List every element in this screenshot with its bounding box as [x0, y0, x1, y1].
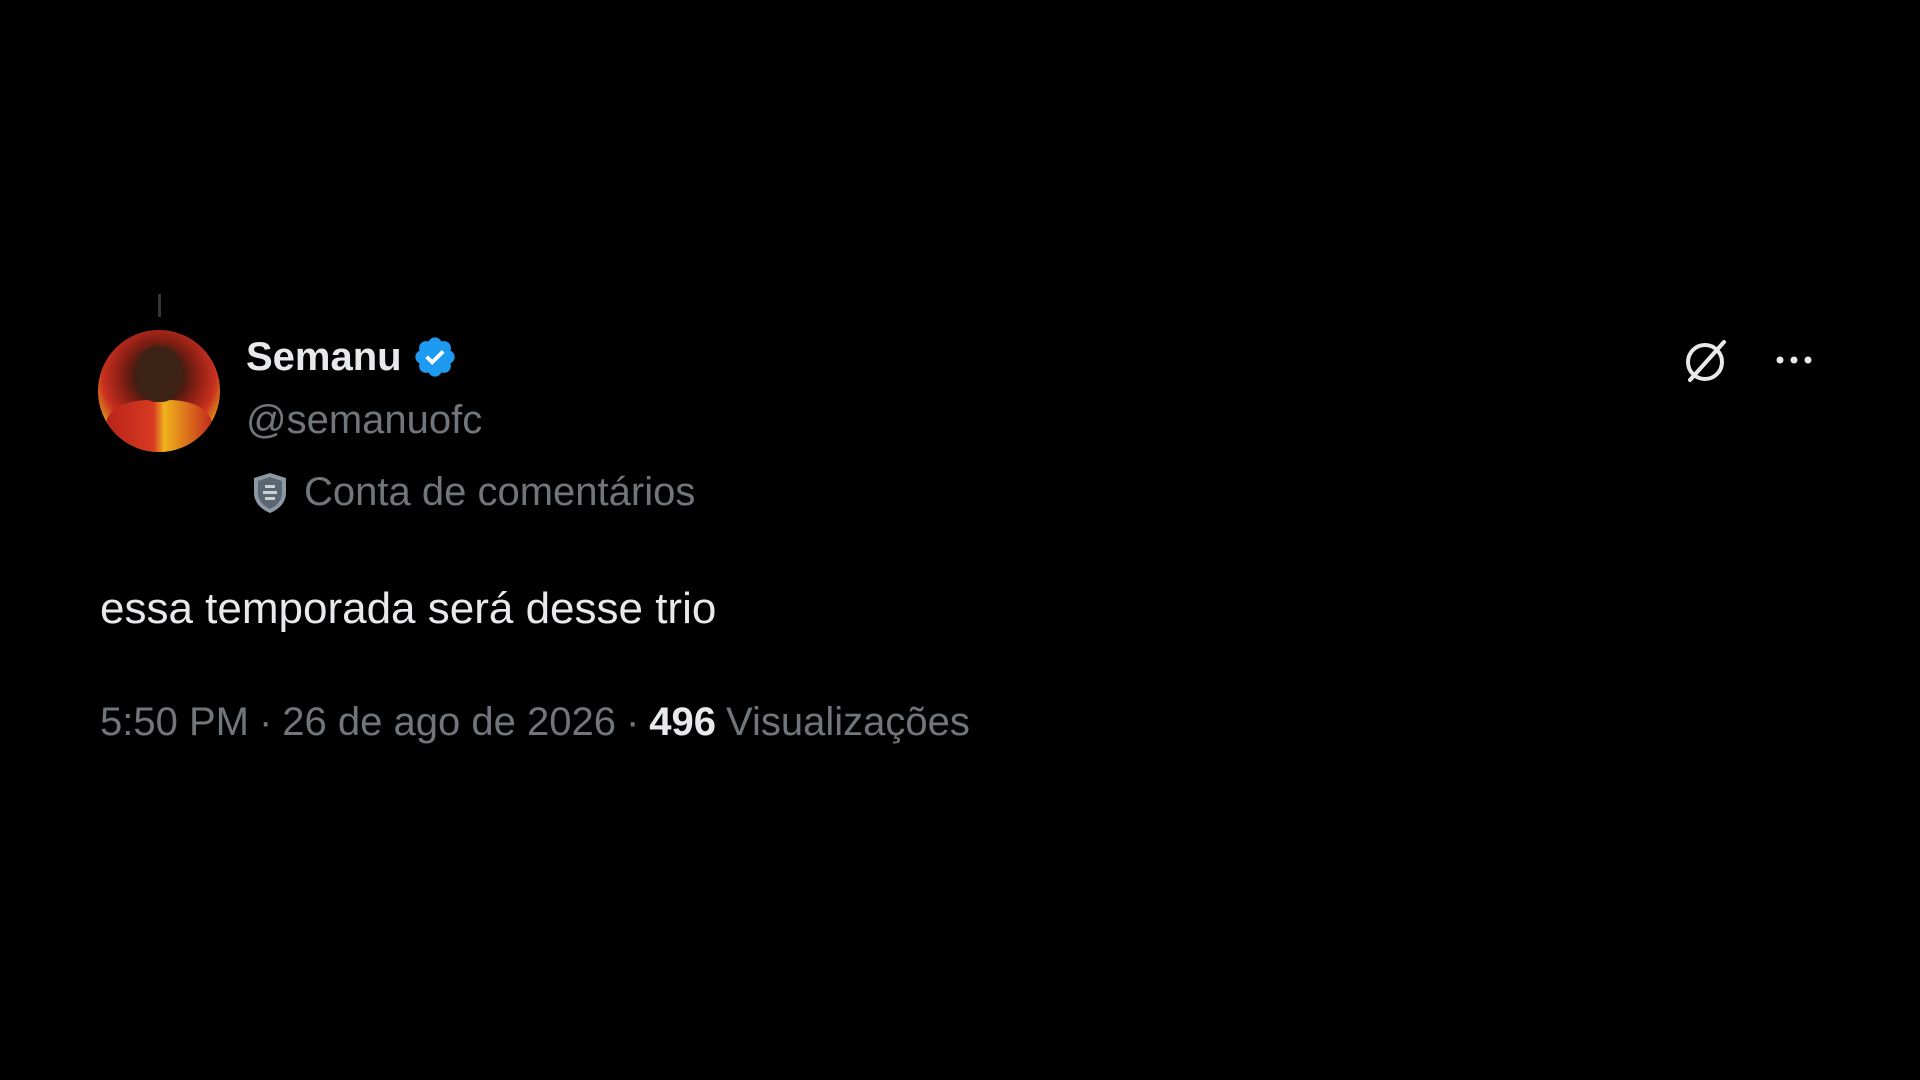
post-top-actions	[1680, 334, 1820, 386]
affiliation-row[interactable]: Conta de comentários	[250, 470, 695, 515]
thread-line	[158, 294, 161, 317]
post-time[interactable]: 5:50 PM	[100, 700, 249, 745]
avatar-face	[136, 346, 182, 402]
affiliation-label: Conta de comentários	[304, 470, 696, 514]
more-options-icon[interactable]	[1768, 334, 1820, 386]
avatar-shirt	[106, 400, 212, 452]
author-name-row: Semanu	[246, 334, 458, 380]
shield-icon	[250, 471, 290, 515]
verified-badge-icon[interactable]	[412, 334, 458, 380]
separator: ·	[625, 700, 640, 744]
author-handle[interactable]: @semanuofc	[246, 398, 482, 443]
views-count[interactable]: 496	[649, 700, 716, 745]
separator: ·	[258, 700, 273, 744]
views-label[interactable]: Visualizações	[726, 700, 970, 745]
post-text: essa temporada será desse trio	[100, 584, 717, 633]
post: Semanu @semanuofc Conta de comentários e…	[0, 0, 1920, 1080]
grok-icon[interactable]	[1680, 334, 1732, 386]
author-display-name[interactable]: Semanu	[246, 335, 402, 380]
post-date[interactable]: 26 de ago de 2026	[282, 700, 616, 745]
avatar[interactable]	[98, 330, 220, 452]
post-meta: 5:50 PM · 26 de ago de 2026 · 496 Visual…	[100, 700, 970, 745]
